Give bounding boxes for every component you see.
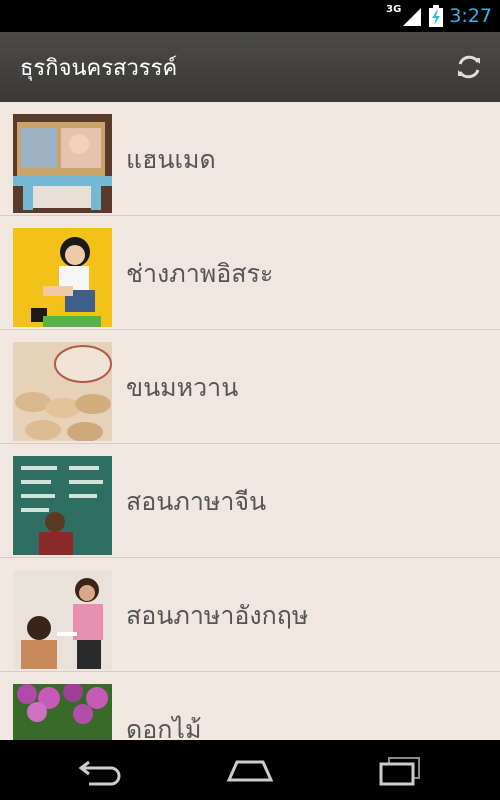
list-item[interactable]: ดอกไม้	[0, 672, 500, 740]
list-item-label: ดอกไม้	[126, 715, 202, 740]
english-class-photo	[13, 570, 112, 669]
clock: 3:27	[449, 5, 492, 27]
navigation-bar	[0, 740, 500, 800]
list-item-label: สอนภาษาจีน	[126, 487, 267, 516]
network-type: 3G	[386, 3, 402, 15]
dessert-photo	[13, 342, 112, 441]
app-title: ธุรกิจนครสวรรค์	[20, 56, 178, 81]
list-item-label: ช่างภาพอิสระ	[126, 259, 274, 288]
list-item[interactable]: ขนมหวาน	[0, 330, 500, 444]
list-item-label: ขนมหวาน	[126, 373, 239, 402]
battery-charging-icon	[429, 5, 444, 27]
list-item[interactable]: ช่างภาพอิสระ	[0, 216, 500, 330]
home-icon[interactable]	[225, 752, 275, 788]
flowers-photo	[13, 684, 112, 740]
handmade-photo	[13, 114, 112, 213]
list-item-label: สอนภาษาอังกฤษ	[126, 601, 309, 630]
refresh-icon[interactable]	[452, 50, 486, 84]
list-item[interactable]: สอนภาษาอังกฤษ	[0, 558, 500, 672]
status-bar: 3G 3:27	[0, 0, 500, 32]
list-item[interactable]: สอนภาษาจีน	[0, 444, 500, 558]
recent-apps-icon[interactable]	[375, 752, 425, 788]
list-item[interactable]: แฮนเมด	[0, 102, 500, 216]
signal-icon	[403, 8, 422, 26]
photographer-photo	[13, 228, 112, 327]
action-bar: ธุรกิจนครสวรรค์	[0, 32, 500, 102]
category-list: แฮนเมด ช่างภาพอิสระ ขนมหวาน สอนภาษาจีน ส…	[0, 102, 500, 740]
list-item-label: แฮนเมด	[126, 145, 216, 174]
back-icon[interactable]	[75, 752, 125, 788]
chinese-class-photo	[13, 456, 112, 555]
